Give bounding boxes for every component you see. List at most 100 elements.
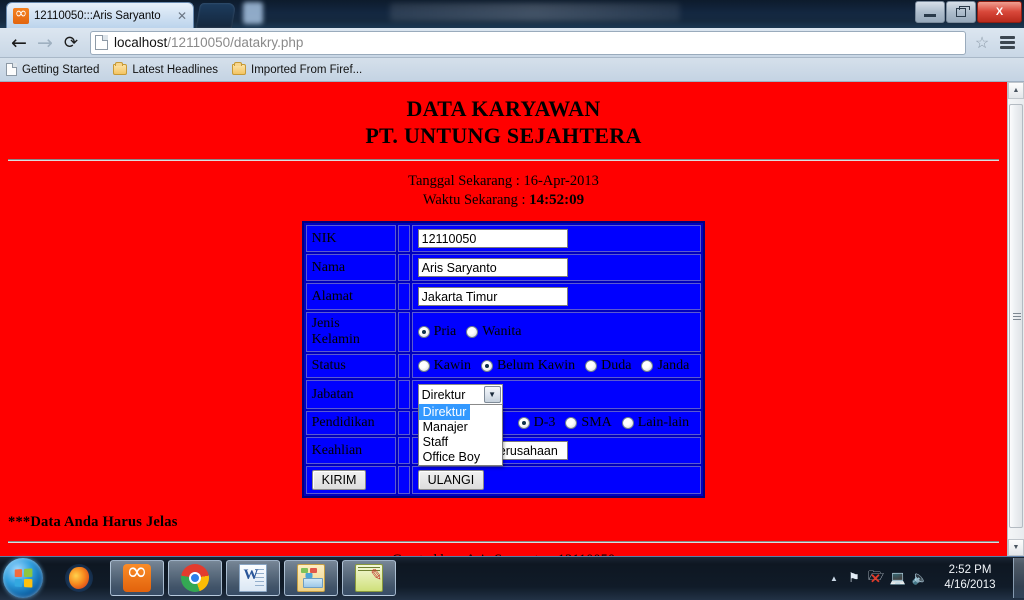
start-button[interactable] [3, 558, 43, 598]
divider-bottom [8, 541, 999, 543]
radio-janda[interactable] [641, 360, 654, 372]
dropdown-option-office-boy[interactable]: Office Boy [419, 449, 484, 465]
desktop-screenshot: 12110050:::Aris Saryanto ✕ X ← → ⟳ local… [0, 0, 1024, 600]
close-window-button[interactable]: X [977, 1, 1022, 23]
scroll-up-icon[interactable]: ▲ [1008, 82, 1024, 99]
form-row-buttons: KIRIM ULANGI [305, 466, 702, 494]
bookmarks-bar: Getting Started Latest Headlines Importe… [0, 58, 1024, 82]
taskbar-item-explorer[interactable] [284, 560, 338, 596]
radio-lain-lain[interactable] [621, 417, 634, 429]
form-row-alamat: Alamat Jakarta Timur [305, 283, 702, 310]
radio-duda[interactable] [585, 360, 598, 372]
dropdown-option-direktur[interactable]: Direktur [418, 404, 471, 420]
field-cell-nik: 12110050 [411, 225, 702, 252]
browser-tab-active[interactable]: 12110050:::Aris Saryanto ✕ [6, 2, 194, 28]
reset-cell: ULANGI [411, 466, 702, 494]
cell-separator [397, 380, 410, 409]
bookmark-latest-headlines[interactable]: Latest Headlines [113, 62, 218, 76]
label-status: Status [305, 354, 396, 378]
label-nama: Nama [305, 254, 396, 281]
radio-belum-kawin[interactable] [480, 360, 493, 372]
nik-input[interactable]: 12110050 [417, 229, 568, 248]
bookmark-imported-from-firefox[interactable]: Imported From Firef... [232, 62, 363, 76]
back-icon[interactable]: ← [6, 30, 32, 56]
browser-tab-title: 12110050:::Aris Saryanto [34, 9, 161, 22]
folder-icon [232, 62, 247, 75]
radio-d3[interactable] [517, 417, 530, 429]
tray-overflow-icon[interactable]: ▲ [825, 574, 843, 583]
jabatan-dropdown-list: Direktur Manajer Staff Office Boy [417, 404, 503, 466]
jabatan-selected-value: Direktur [421, 387, 466, 402]
label-alamat: Alamat [305, 283, 396, 310]
radio-label-belum-kawin: Belum Kawin [496, 358, 576, 373]
radio-wanita[interactable] [466, 326, 479, 338]
forward-icon[interactable]: → [32, 30, 58, 56]
bookmark-getting-started[interactable]: Getting Started [6, 63, 99, 76]
radio-sma[interactable] [565, 417, 578, 429]
page-icon [95, 35, 108, 50]
submit-button[interactable]: KIRIM [311, 470, 367, 490]
bookmark-label: Getting Started [22, 63, 100, 76]
background-window-title-blur [390, 3, 680, 21]
address-bar-path: /12110050/datakry.php [167, 35, 304, 50]
page-title-line1: DATA KARYAWAN [406, 96, 601, 121]
taskbar-item-firefox[interactable] [52, 560, 106, 596]
dropdown-option-staff[interactable]: Staff [419, 434, 452, 450]
volume-icon[interactable]: 🔈 [909, 567, 931, 589]
clock-date: 4/16/2013 [944, 579, 996, 591]
close-icon[interactable]: ✕ [175, 9, 189, 23]
taskbar-item-notepadpp[interactable] [342, 560, 396, 596]
minimize-button[interactable] [915, 1, 945, 23]
current-time-line: Waktu Sekarang : 14:52:09 [0, 191, 1007, 210]
cell-separator [397, 283, 410, 310]
reset-button[interactable]: ULANGI [417, 470, 485, 490]
restore-icon [956, 5, 970, 17]
chevron-down-icon[interactable]: ▼ [483, 386, 501, 403]
label-pendidikan: Pendidikan [305, 411, 396, 435]
bookmark-star-icon[interactable]: ☆ [970, 31, 994, 55]
jabatan-select[interactable]: Direktur ▼ [417, 384, 503, 405]
nama-input[interactable]: Aris Saryanto [417, 258, 568, 277]
taskbar-item-word[interactable] [226, 560, 280, 596]
web-page: DATA KARYAWAN PT. UNTUNG SEJAHTERA Tangg… [0, 82, 1007, 556]
radio-label-pria: Pria [433, 324, 457, 339]
action-center-error-icon[interactable]: 🗁 [865, 567, 887, 589]
radio-label-duda: Duda [601, 358, 632, 373]
status-radio-group: Kawin Belum Kawin Duda Janda [417, 358, 696, 374]
bookmark-label: Imported From Firef... [251, 63, 363, 76]
taskbar-item-xampp[interactable] [110, 557, 164, 596]
flag-icon[interactable]: ⚑ [843, 567, 865, 589]
clock[interactable]: 2:52 PM 4/16/2013 [931, 563, 1009, 593]
scroll-down-icon[interactable]: ▼ [1008, 539, 1024, 556]
show-desktop-button[interactable] [1013, 558, 1024, 598]
current-date-label: Tanggal Sekarang : [408, 173, 524, 189]
cell-separator [397, 437, 410, 464]
address-bar[interactable]: localhost/12110050/datakry.php [90, 30, 966, 55]
radio-label-wanita: Wanita [482, 324, 522, 339]
reload-icon[interactable]: ⟳ [58, 30, 84, 56]
clock-time: 2:52 PM [948, 564, 992, 576]
radio-label-kawin: Kawin [433, 358, 471, 373]
form-row-nama: Nama Aris Saryanto [305, 254, 702, 281]
taskbar-item-chrome[interactable] [168, 560, 222, 596]
radio-pria[interactable] [417, 326, 430, 338]
alamat-input[interactable]: Jakarta Timur [417, 287, 568, 306]
radio-kawin[interactable] [417, 360, 430, 372]
submit-cell: KIRIM [305, 466, 396, 494]
radio-label-sma: SMA [581, 415, 612, 430]
minimize-icon [924, 13, 936, 17]
restore-button[interactable] [946, 1, 976, 23]
chrome-icon [181, 564, 209, 592]
network-icon[interactable]: 💻 [887, 567, 909, 589]
hamburger-menu-icon[interactable] [996, 31, 1018, 55]
label-jenis-kelamin: Jenis Kelamin [305, 312, 396, 352]
current-date-line: Tanggal Sekarang : 16-Apr-2013 [0, 172, 1007, 191]
vertical-scrollbar[interactable]: ▲ ▼ [1007, 82, 1024, 556]
dropdown-option-manajer[interactable]: Manajer [419, 419, 472, 435]
scrollbar-thumb[interactable] [1009, 104, 1023, 528]
windows-logo-icon [14, 568, 33, 588]
address-bar-url: localhost/12110050/datakry.php [114, 35, 303, 50]
field-cell-alamat: Jakarta Timur [411, 283, 702, 310]
taskbar-items [52, 557, 396, 596]
word-icon [237, 564, 267, 592]
